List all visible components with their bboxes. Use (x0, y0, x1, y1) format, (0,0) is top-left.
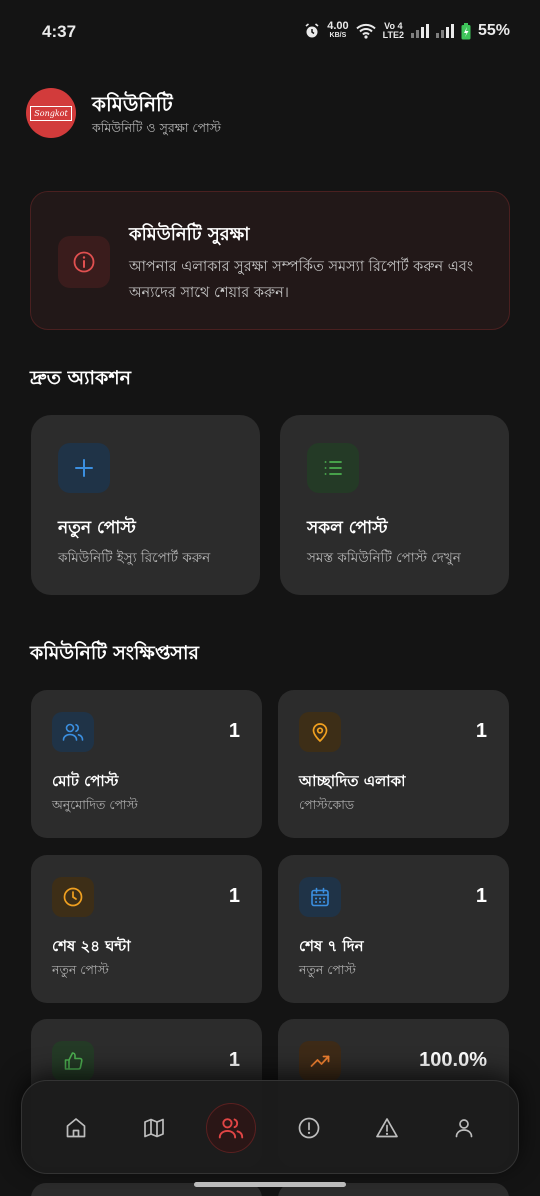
stat-card-total-posts: 1 মোট পোস্ট অনুমোদিত পোস্ট (31, 690, 262, 838)
signal-2-icon (435, 24, 454, 38)
stat-title: আচ্ছাদিত এলাকা (299, 772, 406, 790)
all-posts-button[interactable]: সকল পোস্ট সমস্ত কমিউনিটি পোস্ট দেখুন (280, 415, 509, 595)
stat-card-last-7-days: 1 শেষ ৭ দিন নতুন পোস্ট (278, 855, 509, 1003)
stat-title: মোট পোস্ট (52, 772, 119, 790)
stat-subtitle: অনুমোদিত পোস্ট (52, 797, 138, 812)
home-icon (66, 1118, 86, 1138)
gesture-bar[interactable] (194, 1182, 346, 1187)
list-icon (307, 443, 359, 493)
nav-map[interactable] (129, 1103, 179, 1153)
stat-value: 1 (475, 720, 487, 742)
volte-indicator: Vo 4 LTE2 (382, 21, 404, 40)
new-post-button[interactable]: নতুন পোস্ট কমিউনিটি ইস্যু রিপোর্ট করুন (31, 415, 260, 595)
thumbs-up-icon (52, 1041, 94, 1081)
safety-notice-card: কমিউনিটি সুরক্ষা আপনার এলাকার সুরক্ষা সম… (30, 191, 510, 330)
page-title: কমিউনিটি (92, 92, 173, 116)
all-posts-title: সকল পোস্ট (307, 518, 388, 538)
stat-value: 1 (228, 1049, 240, 1071)
stat-value: 1 (228, 885, 240, 907)
app-header: Songkot কমিউনিটি কমিউনিটি ও সুরক্ষা পোস্… (26, 88, 514, 144)
stat-subtitle: পোস্টকোড (299, 797, 355, 812)
summary-heading: কমিউনিটি সংক্ষিপ্তসার (30, 642, 199, 664)
page-subtitle: কমিউনিটি ও সুরক্ষা পোস্ট (92, 120, 221, 135)
stat-value: 100.0% (419, 1049, 487, 1071)
battery-charging-icon (461, 22, 471, 39)
safety-notice-body: আপনার এলাকার সুরক্ষা সম্পর্কিত সমস্যা রি… (129, 259, 474, 301)
map-pin-icon (299, 712, 341, 752)
battery-percent: 55% (477, 22, 510, 39)
status-time: 4:37 (42, 22, 77, 41)
stat-value: 1 (475, 885, 487, 907)
warning-triangle-icon (376, 1118, 398, 1138)
nav-warning[interactable] (362, 1103, 412, 1153)
new-post-title: নতুন পোস্ট (58, 518, 136, 538)
users-icon (52, 712, 94, 752)
app-logo: Songkot (26, 88, 76, 138)
map-icon (144, 1118, 164, 1138)
alarm-icon (305, 23, 319, 38)
new-post-subtitle: কমিউনিটি ইস্যু রিপোর্ট করুন (58, 550, 211, 566)
nav-home[interactable] (51, 1103, 101, 1153)
stat-title: শেষ ৭ দিন (299, 937, 364, 955)
stat-subtitle: নতুন পোস্ট (52, 962, 109, 977)
nav-report[interactable] (284, 1103, 334, 1153)
quick-actions-heading: দ্রুত অ্যাকশন (30, 367, 131, 389)
nav-community[interactable] (206, 1103, 256, 1153)
stat-card-last-24h: 1 শেষ ২৪ ঘন্টা নতুন পোস্ট (31, 855, 262, 1003)
logo-text: Songkot (30, 105, 72, 121)
nav-profile[interactable] (439, 1103, 489, 1153)
wifi-icon (355, 23, 376, 39)
community-icon (218, 1118, 244, 1139)
plus-icon (58, 443, 110, 493)
safety-notice-title: কমিউনিটি সুরক্ষা (129, 224, 250, 245)
calendar-icon (299, 877, 341, 917)
status-bar: 4:37 4.00 KB/S Vo 4 LTE2 55% (0, 0, 540, 66)
stat-title: শেষ ২৪ ঘন্টা (52, 937, 131, 955)
status-icons: 4.00 KB/S Vo 4 LTE2 55% (304, 20, 510, 40)
signal-1-icon (410, 24, 429, 38)
profile-icon (455, 1119, 473, 1138)
stat-value: 1 (228, 720, 240, 742)
stat-card-covered-area: 1 আচ্ছাদিত এলাকা পোস্টকোড (278, 690, 509, 838)
bottom-navigation (21, 1080, 519, 1174)
stat-subtitle: নতুন পোস্ট (299, 962, 356, 977)
all-posts-subtitle: সমস্ত কমিউনিটি পোস্ট দেখুন (307, 550, 461, 566)
net-speed: 4.00 KB/S (327, 20, 349, 40)
alert-circle-icon (298, 1117, 320, 1139)
trending-up-icon (299, 1041, 341, 1081)
clock-icon (52, 877, 94, 917)
info-icon (58, 236, 110, 288)
